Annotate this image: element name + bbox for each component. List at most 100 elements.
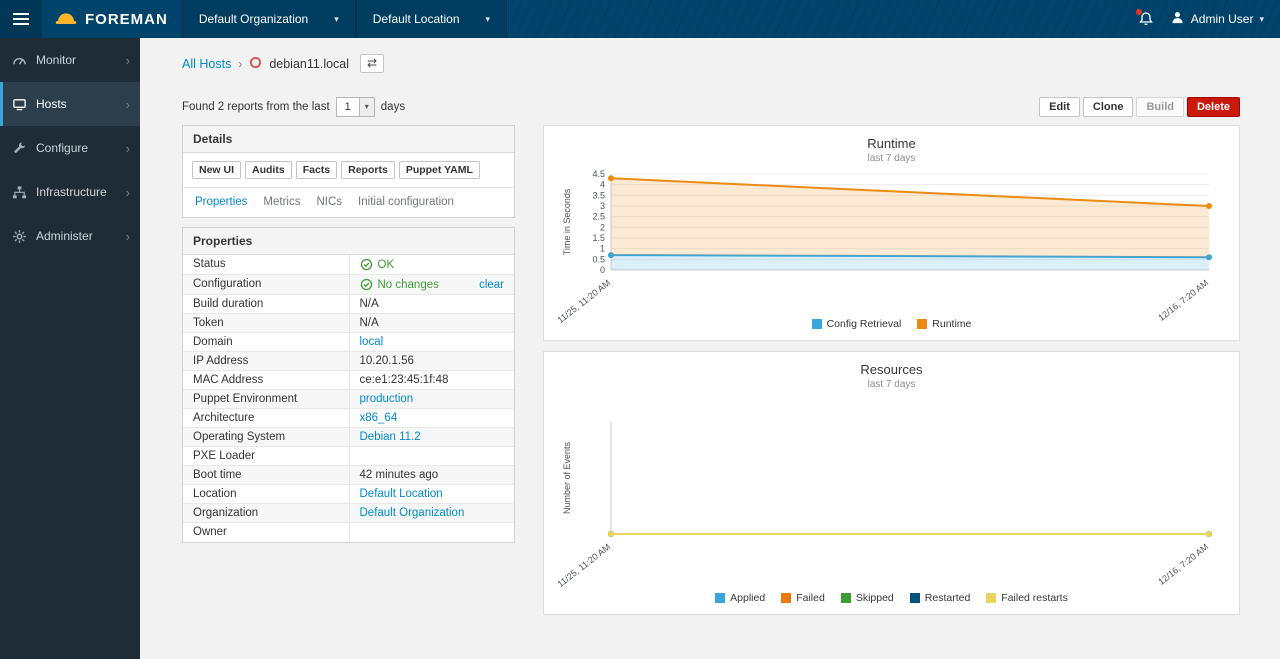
- details-tabs: Properties Metrics NICs Initial configur…: [183, 188, 514, 217]
- property-value-link[interactable]: Debian 11.2: [360, 431, 421, 443]
- legend-label: Runtime: [932, 318, 971, 330]
- property-value: Default Location: [349, 485, 515, 503]
- clone-button[interactable]: Clone: [1083, 97, 1134, 117]
- property-value-text: ce:e1:23:45:1f:48: [360, 374, 449, 386]
- resources-chart-legend: Applied Failed Skipped Restarted Failed rest…: [556, 592, 1227, 604]
- chart-title: Resources: [556, 362, 1227, 377]
- property-label: Organization: [183, 504, 349, 522]
- sidebar-item-label: Monitor: [36, 53, 76, 67]
- property-value-link[interactable]: production: [360, 393, 414, 405]
- wrench-icon: [12, 141, 27, 156]
- details-action-button[interactable]: New UI: [192, 161, 241, 179]
- legend-item[interactable]: Failed restarts: [986, 592, 1068, 604]
- sidebar-item-configure[interactable]: Configure ›: [0, 126, 140, 170]
- resources-chart-panel: Resources last 7 days Number of Events11…: [543, 351, 1240, 615]
- build-button: Build: [1136, 97, 1184, 117]
- details-tab[interactable]: Properties: [195, 196, 247, 208]
- svg-text:2: 2: [600, 222, 605, 232]
- days-select-value: 1: [337, 101, 359, 113]
- ui-switcher-button[interactable]: ⇄: [360, 54, 384, 73]
- property-label: Owner: [183, 523, 349, 542]
- details-panel: Details New UI Audits Facts Reports Pupp…: [182, 125, 515, 218]
- legend-item[interactable]: Applied: [715, 592, 765, 604]
- clear-link[interactable]: clear: [479, 279, 504, 291]
- property-value: Debian 11.2: [349, 428, 515, 446]
- ok-check-icon: [360, 278, 373, 291]
- legend-item[interactable]: Config Retrieval: [812, 318, 902, 330]
- sidebar-item-monitor[interactable]: Monitor ›: [0, 38, 140, 82]
- notification-badge: [1136, 9, 1142, 15]
- property-row: Puppet Environment production: [183, 390, 514, 409]
- details-tab[interactable]: Initial configuration: [358, 196, 454, 208]
- property-row: Build duration N/A: [183, 295, 514, 314]
- location-selector[interactable]: Default Location ▾: [356, 0, 507, 38]
- breadcrumb-separator-icon: ›: [238, 57, 242, 71]
- details-panel-title: Details: [183, 126, 514, 153]
- property-label: Token: [183, 314, 349, 332]
- svg-text:0.5: 0.5: [592, 254, 605, 264]
- property-label: Boot time: [183, 466, 349, 484]
- property-value-link[interactable]: x86_64: [360, 412, 398, 424]
- property-row: Domain local: [183, 333, 514, 352]
- breadcrumb: All Hosts › debian11.local ⇄: [182, 54, 1240, 73]
- user-menu[interactable]: Admin User ▾: [1170, 10, 1264, 28]
- svg-text:2.5: 2.5: [592, 212, 605, 222]
- property-value-link[interactable]: local: [360, 336, 384, 348]
- svg-text:11/25, 11:20 AM: 11/25, 11:20 AM: [555, 542, 612, 589]
- legend-item[interactable]: Failed: [781, 592, 825, 604]
- svg-text:4: 4: [600, 180, 605, 190]
- property-value-link[interactable]: Default Organization: [360, 507, 465, 519]
- location-selector-label: Default Location: [373, 12, 460, 26]
- notifications-bell-icon[interactable]: [1138, 11, 1154, 27]
- property-value: [349, 523, 515, 542]
- delete-button[interactable]: Delete: [1187, 97, 1240, 117]
- details-tab[interactable]: Metrics: [263, 196, 300, 208]
- chevron-right-icon: ›: [126, 185, 130, 200]
- details-action-button[interactable]: Reports: [341, 161, 395, 179]
- details-action-button[interactable]: Audits: [245, 161, 292, 179]
- user-menu-label: Admin User: [1191, 12, 1254, 26]
- details-action-button[interactable]: Facts: [296, 161, 337, 179]
- sidebar-item-administer[interactable]: Administer ›: [0, 214, 140, 258]
- sidebar-item-label: Configure: [36, 141, 88, 155]
- property-value: N/A: [349, 314, 515, 332]
- legend-item[interactable]: Runtime: [917, 318, 971, 330]
- legend-swatch-icon: [841, 593, 851, 603]
- host-details-column: Details New UI Audits Facts Reports Pupp…: [182, 125, 515, 543]
- property-row: PXE Loader: [183, 447, 514, 466]
- property-value-link[interactable]: Default Location: [360, 488, 443, 500]
- property-label: MAC Address: [183, 371, 349, 389]
- property-row: Status OK: [183, 255, 514, 275]
- caret-down-icon: ▾: [359, 98, 374, 116]
- gear-icon: [12, 229, 27, 244]
- legend-item[interactable]: Restarted: [910, 592, 971, 604]
- sidebar: Monitor › Hosts › Configure › Infrastruc…: [0, 38, 140, 659]
- property-row: Organization Default Organization: [183, 504, 514, 523]
- user-avatar-icon: [1170, 10, 1185, 28]
- chevron-right-icon: ›: [126, 53, 130, 68]
- svg-text:3: 3: [600, 201, 605, 211]
- menu-toggle-button[interactable]: [0, 0, 42, 38]
- brand[interactable]: FOREMAN: [42, 10, 182, 29]
- legend-label: Restarted: [925, 592, 971, 604]
- edit-button[interactable]: Edit: [1039, 97, 1080, 117]
- organization-selector[interactable]: Default Organization ▾: [182, 0, 356, 38]
- charts-column: Runtime last 7 days 00.511.522.533.544.5…: [543, 125, 1240, 615]
- legend-swatch-icon: [986, 593, 996, 603]
- runtime-chart-panel: Runtime last 7 days 00.511.522.533.544.5…: [543, 125, 1240, 341]
- breadcrumb-all-hosts-link[interactable]: All Hosts: [182, 57, 231, 71]
- property-row: Architecture x86_64: [183, 409, 514, 428]
- sidebar-item-infrastructure[interactable]: Infrastructure ›: [0, 170, 140, 214]
- legend-label: Failed: [796, 592, 825, 604]
- legend-swatch-icon: [781, 593, 791, 603]
- days-select[interactable]: 1 ▾: [336, 97, 375, 117]
- status-text: No changes: [378, 279, 439, 291]
- sidebar-item-hosts[interactable]: Hosts ›: [0, 82, 140, 126]
- property-value-text: 42 minutes ago: [360, 469, 439, 481]
- svg-text:12/16, 7:20 AM: 12/16, 7:20 AM: [1156, 278, 1210, 323]
- details-tab[interactable]: NICs: [316, 196, 342, 208]
- property-label: Operating System: [183, 428, 349, 446]
- details-action-button[interactable]: Puppet YAML: [399, 161, 480, 179]
- caret-down-icon: ▾: [334, 14, 339, 25]
- legend-item[interactable]: Skipped: [841, 592, 894, 604]
